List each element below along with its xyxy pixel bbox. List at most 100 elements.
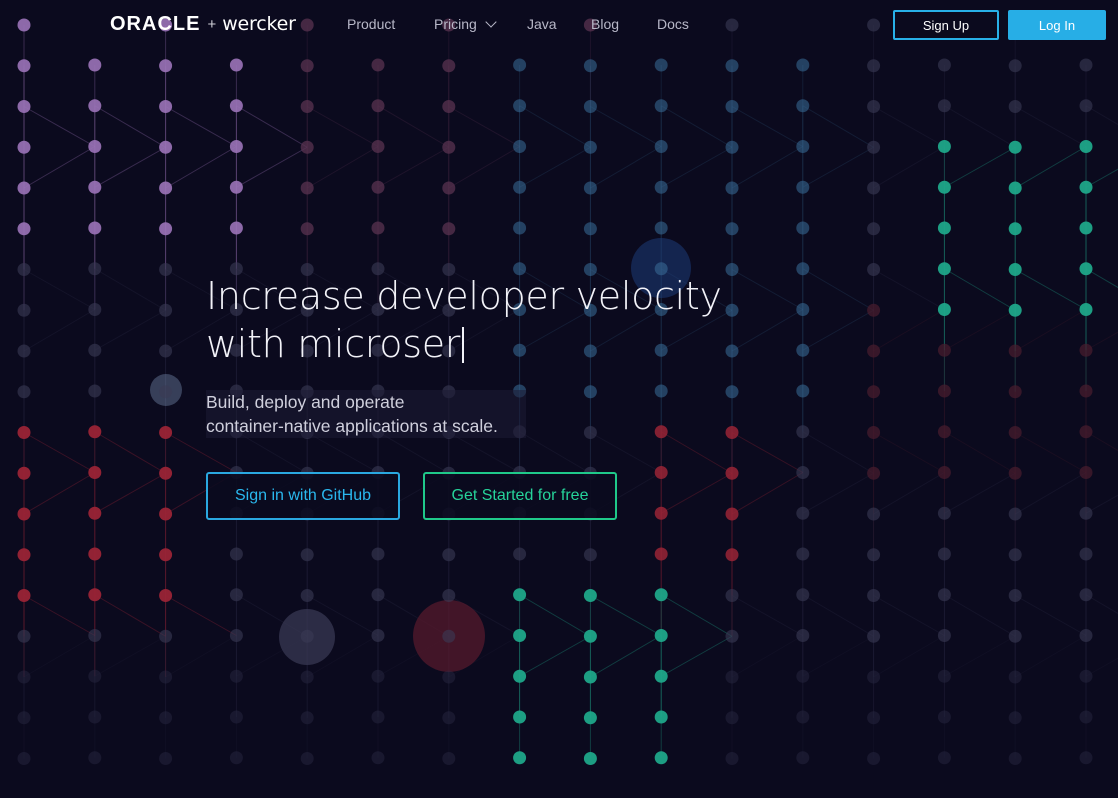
network-node xyxy=(159,548,173,562)
nav-item-docs[interactable]: Docs xyxy=(657,16,689,32)
network-edge xyxy=(590,635,662,678)
network-edge xyxy=(23,472,96,515)
network-node xyxy=(725,385,739,399)
nav-item-java[interactable]: Java xyxy=(527,16,557,32)
network-node xyxy=(867,711,881,725)
network-node xyxy=(1079,466,1093,479)
network-node xyxy=(867,100,881,113)
network-node xyxy=(17,466,31,480)
network-node xyxy=(513,547,527,561)
network-edge xyxy=(519,105,591,148)
network-node xyxy=(654,629,668,642)
network-node xyxy=(159,303,173,317)
network-node xyxy=(1008,385,1022,399)
network-edge xyxy=(660,594,733,637)
network-edge xyxy=(590,432,662,473)
network-node xyxy=(1008,752,1022,765)
network-node xyxy=(1008,140,1022,154)
network-node xyxy=(725,263,739,276)
network-node xyxy=(17,181,31,195)
network-node xyxy=(654,384,668,398)
network-node xyxy=(513,710,527,724)
network-node xyxy=(513,751,527,765)
network-node xyxy=(442,670,456,684)
network-node xyxy=(442,100,456,113)
network-node xyxy=(88,506,102,520)
network-node xyxy=(1008,629,1022,643)
nav-item-blog[interactable]: Blog xyxy=(591,16,619,32)
network-node xyxy=(17,589,31,602)
network-node xyxy=(937,547,951,561)
network-node xyxy=(88,221,102,235)
network-node xyxy=(725,222,739,236)
log-in-button[interactable]: Log In xyxy=(1008,10,1106,40)
network-node xyxy=(159,670,173,684)
network-node xyxy=(300,548,314,562)
network-node xyxy=(17,507,31,521)
network-node xyxy=(371,547,385,561)
network-node xyxy=(1008,263,1022,276)
network-node xyxy=(88,588,102,602)
network-edge xyxy=(519,594,591,637)
network-node xyxy=(1079,180,1093,194)
network-edge xyxy=(802,472,874,514)
network-node xyxy=(654,99,668,113)
network-edge xyxy=(94,635,166,677)
network-node xyxy=(442,589,456,602)
network-node xyxy=(725,629,739,643)
network-edge xyxy=(377,105,450,148)
network-edge xyxy=(802,309,874,351)
sign-up-button[interactable]: Sign Up xyxy=(893,10,999,40)
network-node xyxy=(867,303,881,317)
logo-wercker-text: wercker xyxy=(222,13,296,35)
network-node xyxy=(300,752,314,765)
network-edge xyxy=(94,594,166,637)
network-node xyxy=(300,711,314,725)
network-node xyxy=(159,263,173,276)
network-node xyxy=(796,303,810,316)
network-edge xyxy=(660,146,733,188)
network-edge xyxy=(660,472,733,514)
network-edge xyxy=(1085,431,1118,452)
network-node xyxy=(88,99,102,113)
network-node xyxy=(1079,58,1093,72)
network-node xyxy=(796,629,810,642)
network-node xyxy=(88,140,102,153)
sign-in-with-github-button[interactable]: Sign in with GitHub xyxy=(206,472,400,520)
network-edge xyxy=(1085,494,1118,514)
network-node xyxy=(513,221,527,235)
network-edge xyxy=(731,106,804,147)
network-node xyxy=(88,343,102,357)
network-edge xyxy=(802,105,874,148)
get-started-free-button[interactable]: Get Started for free xyxy=(423,472,617,520)
network-node xyxy=(88,303,102,316)
network-node xyxy=(513,99,527,113)
network-node xyxy=(88,384,102,398)
network-node xyxy=(1008,507,1022,521)
network-edge xyxy=(873,269,945,310)
network-node xyxy=(583,670,597,684)
top-navigation: ORACLE + wercker Product Pricing Java Bl… xyxy=(0,0,1118,50)
network-node xyxy=(300,181,314,195)
network-node xyxy=(159,589,173,602)
network-node xyxy=(583,548,597,562)
hero-title-line-2: with microser xyxy=(206,320,726,368)
network-node xyxy=(1079,140,1093,153)
nav-item-product[interactable]: Product xyxy=(347,16,395,32)
nav-item-pricing[interactable]: Pricing xyxy=(434,16,497,32)
network-edge xyxy=(731,472,804,515)
network-edge xyxy=(731,309,804,352)
nav-item-pricing-label: Pricing xyxy=(434,16,477,32)
network-node xyxy=(1079,710,1093,724)
network-node xyxy=(1079,629,1093,642)
network-node xyxy=(867,222,881,236)
network-node xyxy=(937,180,951,194)
network-node xyxy=(583,752,597,765)
network-node xyxy=(937,99,951,113)
network-node xyxy=(796,180,810,194)
network-edge xyxy=(448,106,520,147)
network-node xyxy=(867,426,881,439)
network-node xyxy=(17,670,31,684)
network-edge xyxy=(165,595,237,636)
oracle-wercker-logo[interactable]: ORACLE + wercker xyxy=(110,12,296,36)
